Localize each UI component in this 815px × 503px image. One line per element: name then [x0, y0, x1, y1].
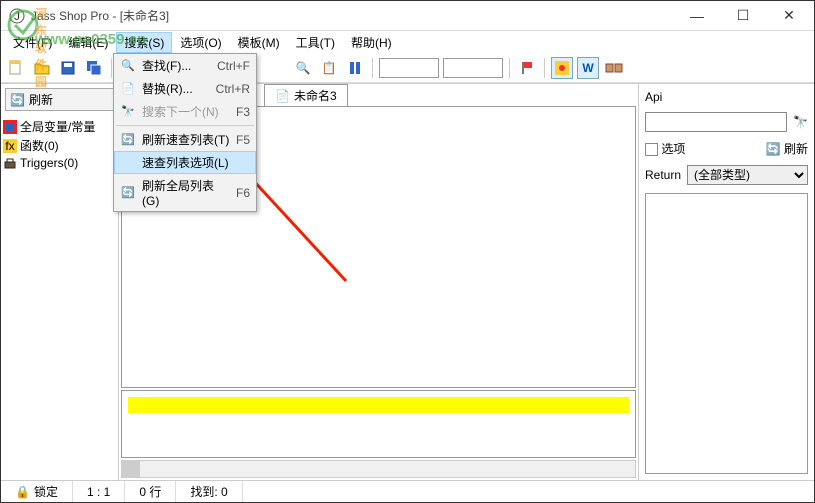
menu-separator [116, 125, 254, 126]
toolbar-sep [372, 58, 373, 78]
refresh-panel-button[interactable]: 🔄 刷新 [5, 88, 114, 111]
tool-w-button[interactable]: W [577, 57, 599, 79]
find-icon: 🔍 [120, 58, 136, 74]
bookmarks-button[interactable] [344, 57, 366, 79]
api-listbox[interactable] [645, 193, 808, 474]
lock-icon: 🔒 [15, 485, 30, 499]
tab-doc1[interactable]: 📄 未命名3 [264, 84, 348, 106]
toolbar-field-2[interactable] [443, 58, 503, 78]
new-button[interactable] [5, 57, 27, 79]
menu-edit[interactable]: 编辑(E) [60, 32, 116, 53]
window-title: Jass Shop Pro - [未命名3] [31, 7, 674, 24]
menu-replace[interactable]: 📄 替换(R)... Ctrl+R [114, 77, 256, 100]
status-pos: 1 : 1 [73, 481, 125, 502]
left-panel: 🔄 刷新 全局变量/常量 fx函数(0) Triggers(0) [1, 84, 119, 480]
return-label: Return [645, 168, 681, 182]
menubar: 文件(F) 编辑(E) 搜索(S) 选项(O) 模板(M) 工具(T) 帮助(H… [1, 31, 814, 53]
svg-text:fx: fx [5, 139, 14, 153]
search-menu-dropdown: 🔍 查找(F)... Ctrl+F 📄 替换(R)... Ctrl+R 🔭 搜索… [113, 53, 257, 212]
maximize-button[interactable]: ☐ [720, 2, 766, 30]
tool-device-button[interactable] [603, 57, 625, 79]
close-button[interactable]: ✕ [766, 2, 812, 30]
menu-quicklist-options[interactable]: 速查列表选项(L) [114, 151, 256, 174]
statusbar: 🔒锁定 1 : 1 0 行 找到: 0 [1, 480, 814, 502]
menu-tools[interactable]: 工具(T) [288, 32, 343, 53]
find-button[interactable]: 🔍 [292, 57, 314, 79]
highlight-line [128, 397, 629, 413]
trigger-icon [3, 156, 17, 170]
output-pane[interactable] [121, 390, 636, 458]
menu-template[interactable]: 模板(M) [230, 32, 288, 53]
binoculars-icon: 🔭 [120, 104, 136, 120]
menu-refresh-global[interactable]: 🔄 刷新全局列表(G) F6 [114, 174, 256, 211]
menu-refresh-quicklist[interactable]: 🔄 刷新速查列表(T) F5 [114, 128, 256, 151]
doc-icon: 📄 [275, 89, 290, 103]
api-label: Api [645, 90, 808, 104]
tree-functions[interactable]: fx函数(0) [3, 136, 116, 155]
refresh-api-button[interactable]: 🔄 刷新 [766, 140, 808, 157]
status-lines: 0 行 [125, 481, 176, 502]
titlebar: J Jass Shop Pro - [未命名3] — ☐ ✕ [1, 1, 814, 31]
status-lock: 🔒锁定 [1, 481, 73, 502]
toolbar-sep [509, 58, 510, 78]
minimize-button[interactable]: — [674, 2, 720, 30]
toolbar-sep [111, 58, 112, 78]
open-button[interactable] [31, 57, 53, 79]
toolbar-field-1[interactable] [379, 58, 439, 78]
svg-text:J: J [14, 9, 20, 23]
status-found: 找到: 0 [176, 481, 242, 502]
menu-file[interactable]: 文件(F) [5, 32, 60, 53]
replace-icon: 📄 [120, 81, 136, 97]
refresh-icon: 🔄 [120, 185, 136, 201]
menu-find-next[interactable]: 🔭 搜索下一个(N) F3 [114, 100, 256, 123]
toolbar-sep [544, 58, 545, 78]
saveall-button[interactable] [83, 57, 105, 79]
paste-button[interactable]: 📋 [318, 57, 340, 79]
menu-search[interactable]: 搜索(S) [116, 32, 172, 53]
binoculars-icon[interactable]: 🔭 [793, 115, 808, 129]
refresh-icon: 🔄 [10, 93, 25, 107]
function-icon: fx [3, 139, 17, 153]
horizontal-scrollbar[interactable] [121, 460, 636, 478]
menu-options[interactable]: 选项(O) [172, 32, 229, 53]
flag-button[interactable] [516, 57, 538, 79]
options-checkbox[interactable]: 选项 [645, 140, 685, 157]
return-type-select[interactable]: (全部类型) [687, 165, 808, 185]
app-icon: J [9, 8, 25, 24]
tree-view[interactable]: 全局变量/常量 fx函数(0) Triggers(0) [1, 115, 118, 480]
tool-a-button[interactable] [551, 57, 573, 79]
tree-globals[interactable]: 全局变量/常量 [3, 117, 116, 136]
menu-find[interactable]: 🔍 查找(F)... Ctrl+F [114, 54, 256, 77]
api-search-input[interactable] [645, 112, 787, 132]
globals-icon [3, 120, 17, 134]
menu-help[interactable]: 帮助(H) [343, 32, 400, 53]
save-button[interactable] [57, 57, 79, 79]
tree-triggers[interactable]: Triggers(0) [3, 155, 116, 171]
refresh-icon: 🔄 [120, 132, 136, 148]
right-panel: Api 🔭 选项 🔄 刷新 Return (全部类型) [638, 84, 814, 480]
scroll-thumb[interactable] [122, 461, 140, 477]
